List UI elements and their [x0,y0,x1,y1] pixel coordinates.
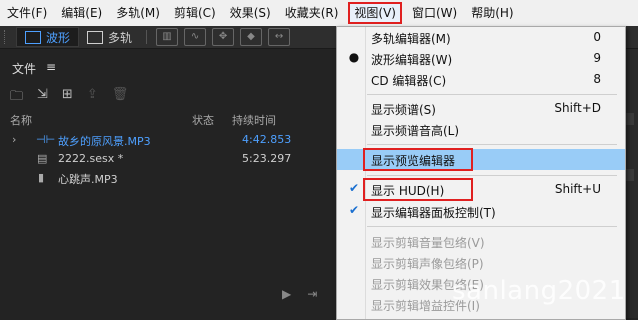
waveform-view-icon[interactable]: ▥ [156,28,179,46]
menu-item-shortcut: 8 [593,72,601,86]
menu-item-cd-editor[interactable]: CD 编辑器(C) 8 [337,69,625,90]
toolbar-separator [146,30,148,44]
move-tool-icon[interactable]: ✥ [212,28,235,46]
menu-item-show-spectral-pitch[interactable]: 显示频谱音高(L) [337,119,625,140]
menu-item-label: 显示频谱音高(L) [371,124,460,138]
menu-item-show-editor-panel-controls[interactable]: ✔ 显示编辑器面板控制(T) [337,201,625,222]
watermark-text: sanlang2021 [452,276,626,306]
menu-item-shortcut: Shift+D [554,101,601,115]
file-name: 2222.sesx * [58,152,124,165]
audio-file-icon: ⊣⊢ [36,133,56,146]
delete-icon[interactable]: 🗑 [112,87,129,109]
panel-menu-icon[interactable]: ≡ [46,60,56,77]
menu-item-label: 显示剪辑音量包络(V) [371,236,485,250]
menu-item-label: 显示预览编辑器 [371,154,456,168]
menu-item-shortcut: Shift+U [554,182,601,196]
menu-separator [367,226,617,227]
menu-item-show-hud[interactable]: ✔ 显示 HUD(H) Shift+U [337,178,625,201]
files-panel-tools: 🗀 ⇲ ⊞ ⇪ 🗑 [10,87,128,109]
session-file-icon: ▤ [37,152,48,165]
menu-clip[interactable]: 剪辑(C) [167,2,223,24]
open-folder-icon[interactable]: 🗀 [10,87,23,109]
files-panel: 文件 ≡ 🗀 ⇲ ⊞ ⇪ 🗑 名称 状态 持续时间 › ⊣⊢ 故乡的原风景.MP… [0,49,340,318]
import-icon[interactable]: ⇲ [37,87,48,109]
menu-item-label: 波形编辑器(W) [371,53,453,67]
spectral-view-icon[interactable]: ∿ [184,28,207,46]
file-row[interactable]: ▤ 2222.sesx * 5:23.297 [0,150,340,168]
expand-arrow-icon[interactable]: › [12,133,16,146]
file-name: 心跳声.MP3 [58,173,118,186]
file-duration: 5:23.297 [242,152,292,165]
menu-edit[interactable]: 编辑(E) [54,2,109,24]
files-column-header: 名称 状态 持续时间 [0,112,340,128]
menu-item-show-spectrum[interactable]: 显示频谱(S) Shift+D [337,98,625,119]
file-row[interactable]: ▮ 心跳声.MP3 [0,169,340,187]
menu-item-shortcut: 9 [593,51,601,65]
files-panel-title: 文件 [12,62,37,76]
menu-separator [367,144,617,145]
column-status[interactable]: 状态 [192,112,214,128]
checkmark-icon: ✔ [348,203,360,217]
menu-item-clip-volume-envelope: 显示剪辑音量包络(V) [337,231,625,252]
file-name: 故乡的原风景.MP3 [58,135,151,148]
menu-item-clip-pan-envelope: 显示剪辑声像包络(P) [337,252,625,273]
toolbar-grip [4,30,8,44]
menu-window[interactable]: 窗口(W) [405,2,464,24]
menu-bar: 文件(F) 编辑(E) 多轨(M) 剪辑(C) 效果(S) 收藏夹(R) 视图(… [0,0,638,27]
menu-item-label: 显示编辑器面板控制(T) [371,206,496,220]
file-row[interactable]: › ⊣⊢ 故乡的原风景.MP3 4:42.853 [0,131,340,149]
menu-item-shortcut: 0 [593,30,601,44]
menu-item-waveform-editor[interactable]: ● 波形编辑器(W) 9 [337,48,625,69]
menu-item-label: CD 编辑器(C) [371,74,447,88]
menu-separator [367,94,617,95]
menu-view[interactable]: 视图(V) [348,2,402,24]
new-file-icon[interactable]: ⊞ [62,87,73,109]
play-icon[interactable]: ▶ [282,287,291,301]
menu-help[interactable]: 帮助(H) [464,2,520,24]
files-panel-tab[interactable]: 文件 ≡ [12,60,56,77]
waveform-mode-button[interactable]: 波形 [16,27,80,47]
menu-item-label: 多轨编辑器(M) [371,32,451,46]
menu-file[interactable]: 文件(F) [0,2,54,24]
waveform-mode-label: 波形 [46,30,71,45]
selected-bullet-icon: ● [348,50,360,64]
export-icon[interactable]: ⇥ [307,287,317,301]
document-file-icon: ▮ [38,171,45,184]
menu-item-label: 显示 HUD(H) [371,184,445,198]
menu-item-label: 显示剪辑声像包络(P) [371,257,484,271]
waveform-icon [25,30,41,44]
menu-separator [367,175,617,176]
checkmark-icon: ✔ [348,181,360,195]
menu-multitrack[interactable]: 多轨(M) [109,2,167,24]
menu-item-label: 显示频谱(S) [371,103,436,117]
column-duration[interactable]: 持续时间 [232,112,276,128]
slip-tool-icon[interactable]: ↔ [268,28,291,46]
multitrack-mode-label: 多轨 [108,30,133,45]
column-name[interactable]: 名称 [10,112,32,128]
multitrack-icon [87,30,104,44]
multitrack-mode-button[interactable]: 多轨 [79,28,140,46]
menu-effects[interactable]: 效果(S) [223,2,278,24]
insert-icon[interactable]: ⇪ [87,87,98,109]
files-panel-footer: ▶ ⇥ [282,287,317,301]
menu-item-show-preview-editor[interactable]: 显示预览编辑器 [337,148,625,171]
file-duration: 4:42.853 [242,133,292,146]
menu-favorites[interactable]: 收藏夹(R) [278,2,346,24]
razor-tool-icon[interactable]: ◆ [240,28,263,46]
menu-item-multitrack-editor[interactable]: 多轨编辑器(M) 0 [337,27,625,48]
